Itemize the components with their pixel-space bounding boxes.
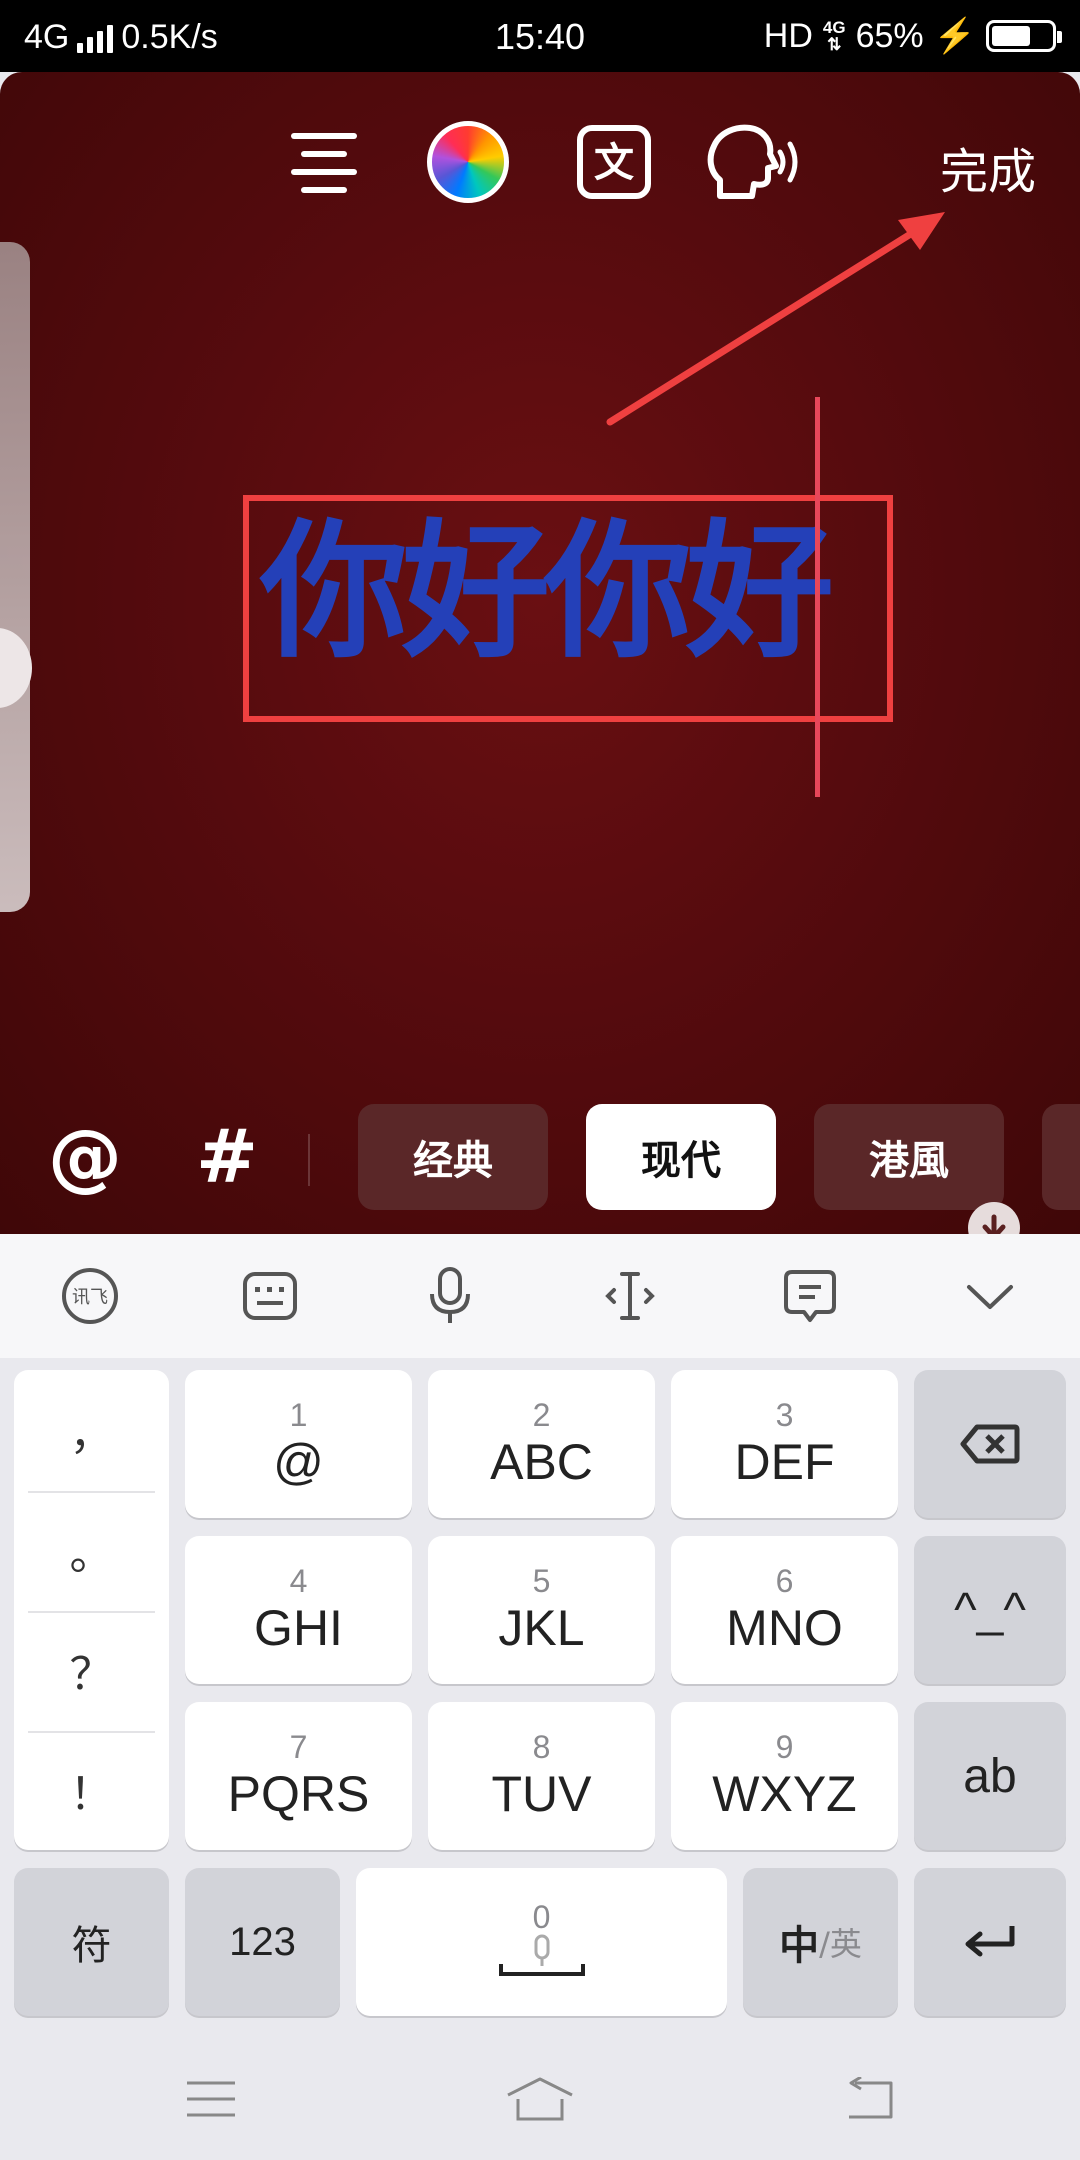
backspace-icon — [960, 1424, 1020, 1464]
keyboard-switch-button[interactable] — [230, 1258, 310, 1334]
voice-input-button[interactable] — [410, 1258, 490, 1334]
charging-icon: ⚡ — [933, 17, 976, 55]
key-3[interactable]: 3 DEF — [671, 1370, 898, 1518]
punct-question[interactable]: ？ — [24, 1610, 159, 1730]
punct-period[interactable]: 。 — [24, 1490, 159, 1610]
style-chip-hk[interactable]: 港風 — [814, 1104, 1004, 1210]
punctuation-column: ， 。 ？ ！ — [14, 1370, 169, 1850]
net-badge: 4G ⇅ — [822, 18, 846, 54]
key-4[interactable]: 4 GHI — [185, 1536, 412, 1684]
clipboard-icon — [784, 1270, 836, 1322]
hd-badge: HD — [763, 16, 813, 55]
arrow-down-icon — [982, 1214, 1006, 1234]
collapse-chevron-icon — [967, 1285, 1013, 1309]
enter-icon — [965, 1926, 1015, 1957]
punct-comma[interactable]: ， — [24, 1370, 159, 1490]
key-5[interactable]: 5 JKL — [428, 1536, 655, 1684]
annotation-arrow — [606, 212, 945, 426]
space-mic-icon — [498, 1934, 585, 1976]
divider — [308, 1134, 310, 1186]
xunfei-logo-icon: 讯飞 — [62, 1268, 118, 1324]
numeric-key[interactable]: 123 — [185, 1868, 340, 2016]
mention-button[interactable]: @ — [30, 1102, 140, 1212]
punct-exclaim[interactable]: ！ — [24, 1730, 159, 1850]
menu-icon — [187, 2081, 235, 2117]
navigation-bar — [0, 2038, 1080, 2160]
svg-text:讯飞: 讯飞 — [72, 1287, 108, 1308]
cursor-move-icon — [605, 1272, 655, 1320]
text-editor-canvas: 文 完成 你好你好 @ # 经典 现代 港風 — [0, 72, 1080, 1234]
key-8[interactable]: 8 TUV — [428, 1702, 655, 1850]
style-chip-more[interactable] — [1042, 1104, 1080, 1210]
backspace-key[interactable] — [914, 1370, 1066, 1518]
cursor-move-button[interactable] — [590, 1258, 670, 1334]
key-2[interactable]: 2 ABC — [428, 1370, 655, 1518]
battery-icon — [986, 20, 1062, 52]
collapse-keyboard-button[interactable] — [950, 1258, 1030, 1334]
keyboard-toolbar: 讯飞 — [0, 1234, 1080, 1358]
key-9[interactable]: 9 WXYZ — [671, 1702, 898, 1850]
key-1[interactable]: 1 @ — [185, 1370, 412, 1518]
back-icon — [849, 2077, 893, 2119]
clipboard-button[interactable] — [770, 1258, 850, 1334]
status-left: 4G 0.5K/s — [24, 18, 218, 57]
network-type: 4G — [24, 18, 70, 56]
enter-key[interactable] — [914, 1868, 1066, 2016]
network-speed: 0.5K/s — [121, 18, 218, 56]
key-6[interactable]: 6 MNO — [671, 1536, 898, 1684]
battery-fill — [992, 26, 1030, 46]
xunfei-button[interactable]: 讯飞 — [50, 1258, 130, 1334]
back-button[interactable] — [824, 2064, 914, 2134]
space-key[interactable]: 0 — [356, 1868, 727, 2016]
style-row: @ # 经典 现代 港風 — [0, 1102, 1080, 1234]
symbol-key[interactable]: 符 — [14, 1868, 169, 2016]
emoticon-key[interactable]: ^_^ — [914, 1536, 1066, 1684]
microphone-icon — [430, 1267, 470, 1323]
key-7[interactable]: 7 PQRS — [185, 1702, 412, 1850]
language-switch-key[interactable]: 中/英 — [743, 1868, 898, 2016]
ab-key[interactable]: ab — [914, 1702, 1066, 1850]
keyboard: ， 。 ？ ！ 1 @ 2 ABC 3 DEF 4 GHI 5 JKL 6 MN… — [0, 1358, 1080, 2038]
style-chip-classic[interactable]: 经典 — [358, 1104, 548, 1210]
status-right: HD 4G ⇅ 65% ⚡ — [763, 16, 1062, 56]
home-button[interactable] — [495, 2064, 585, 2134]
keyboard-icon — [243, 1272, 297, 1320]
home-icon — [507, 2077, 573, 2121]
hashtag-button[interactable]: # — [172, 1102, 282, 1212]
signal-icon — [77, 23, 114, 53]
battery-percent: 65% — [855, 16, 924, 55]
style-chip-modern[interactable]: 现代 — [586, 1104, 776, 1210]
menu-button[interactable] — [166, 2064, 256, 2134]
status-bar: 4G 0.5K/s 15:40 HD 4G ⇅ 65% ⚡ — [0, 0, 1080, 72]
